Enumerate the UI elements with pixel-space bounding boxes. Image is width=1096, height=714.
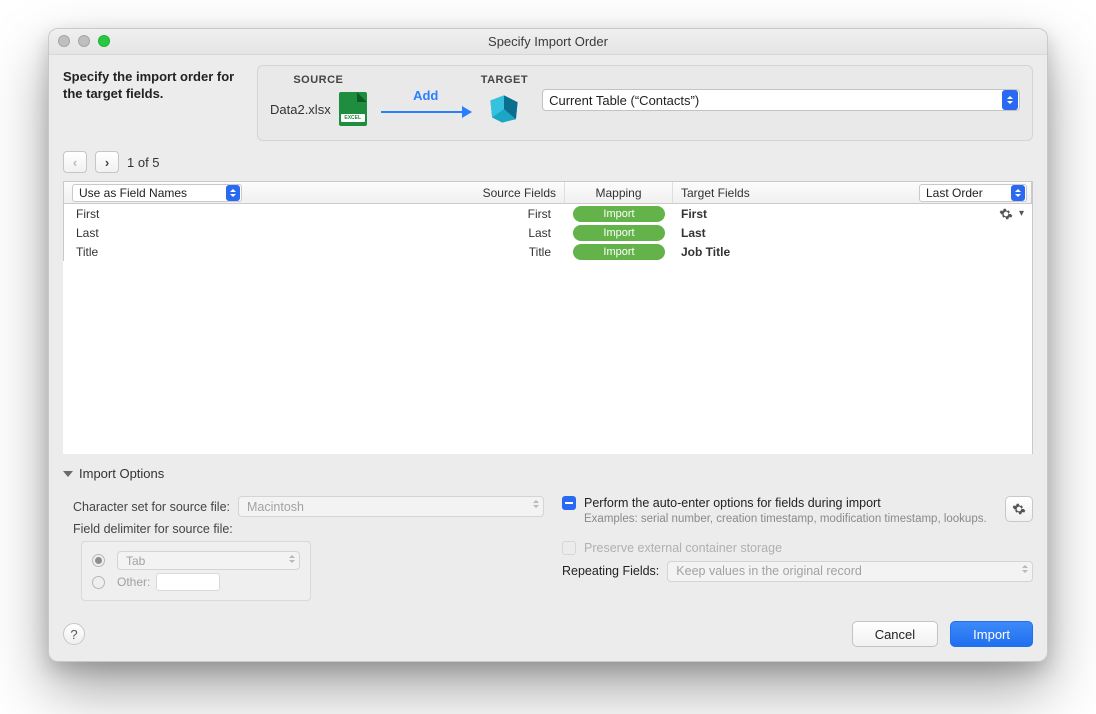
dropdown-stepper-icon	[1011, 185, 1025, 201]
delimiter-other-radio	[92, 576, 105, 589]
instruction-text: Specify the import order for the target …	[63, 65, 243, 141]
table-row[interactable]: TitleTitleImportJob Title▾	[63, 242, 1032, 261]
delimiter-other-label: Other:	[117, 575, 150, 589]
delimiter-group: Tab Other:	[81, 541, 311, 601]
source-heading: SOURCE	[293, 74, 343, 86]
row-target-field: First	[681, 207, 707, 221]
window-controls	[58, 35, 110, 47]
arrow-icon	[381, 111, 471, 113]
auto-enter-sub: Examples: serial number, creation timest…	[584, 512, 997, 528]
excel-file-icon	[339, 92, 367, 126]
repeating-fields-value: Keep values in the original record	[676, 564, 862, 578]
window-title: Specify Import Order	[488, 34, 608, 49]
row-name: Title	[72, 245, 98, 259]
source-file-name: Data2.xlsx	[270, 102, 331, 117]
delimiter-tab-value: Tab	[126, 554, 145, 568]
titlebar: Specify Import Order	[49, 29, 1047, 55]
select-stepper-icon	[533, 500, 539, 508]
delimiter-tab-select: Tab	[117, 551, 300, 570]
auto-enter-checkbox[interactable]	[562, 496, 576, 510]
minimize-window-button[interactable]	[78, 35, 90, 47]
dialog-window: Specify Import Order Specify the import …	[48, 28, 1048, 662]
gear-icon[interactable]	[999, 207, 1013, 221]
gear-icon	[1012, 502, 1026, 516]
dialog-footer: ? Cancel Import	[49, 611, 1047, 661]
cancel-button[interactable]: Cancel	[852, 621, 938, 647]
dropdown-stepper-icon	[226, 185, 240, 201]
grid-body: First First Import First ▾ Last Last Import Last…	[63, 204, 1032, 454]
target-order-value: Last Order	[926, 186, 983, 200]
row-name: First	[72, 207, 99, 221]
source-header-dropdown-value: Use as Field Names	[79, 186, 187, 200]
source-column: SOURCE Data2.xlsx	[270, 74, 367, 126]
row-source-field: Title	[529, 245, 557, 259]
source-header-dropdown[interactable]: Use as Field Names	[72, 184, 242, 202]
prev-record-button[interactable]: ‹	[63, 151, 87, 173]
auto-enter-label: Perform the auto-enter options for field…	[584, 496, 997, 510]
target-heading: TARGET	[481, 74, 528, 86]
next-record-button[interactable]: ›	[95, 151, 119, 173]
mapping-pill[interactable]: Import	[573, 206, 665, 222]
delimiter-label: Field delimiter for source file:	[73, 522, 233, 536]
repeating-fields-label: Repeating Fields:	[562, 564, 659, 578]
filemaker-icon	[487, 92, 521, 126]
source-target-panel: SOURCE Data2.xlsx Add TARGET Current Tab…	[257, 65, 1033, 141]
charset-value: Macintosh	[247, 500, 304, 514]
row-target-field: Job Title	[681, 245, 730, 259]
delimiter-other-input	[156, 573, 220, 591]
field-mapping-grid: Use as Field Names Source Fields Mapping…	[63, 181, 1033, 454]
row-target-field: Last	[681, 226, 706, 240]
dropdown-stepper-icon	[1002, 90, 1018, 110]
add-link[interactable]: Add	[413, 88, 438, 103]
grid-header-row: Use as Field Names Source Fields Mapping…	[63, 182, 1032, 204]
help-button[interactable]: ?	[63, 623, 85, 645]
select-stepper-icon	[1022, 565, 1028, 573]
target-column: TARGET	[481, 74, 528, 126]
options-left-column: Character set for source file: Macintosh…	[73, 491, 544, 601]
disclosure-triangle-icon	[63, 471, 73, 477]
import-options-body: Character set for source file: Macintosh…	[63, 487, 1033, 611]
target-fields-header: Target Fields	[681, 186, 750, 200]
record-pager: ‹ › 1 of 5	[49, 141, 1047, 181]
record-position: 1 of 5	[127, 155, 160, 170]
mapping-header: Mapping	[565, 182, 673, 203]
repeating-fields-select: Keep values in the original record	[667, 561, 1033, 582]
table-row[interactable]: LastLastImportLast▾	[63, 223, 1032, 242]
target-order-dropdown[interactable]: Last Order	[919, 184, 1027, 202]
chevron-down-icon[interactable]: ▾	[1019, 208, 1024, 219]
import-options-section: Import Options Character set for source …	[63, 460, 1033, 611]
import-button[interactable]: Import	[950, 621, 1033, 647]
select-stepper-icon	[289, 555, 295, 563]
import-options-heading: Import Options	[79, 466, 164, 481]
source-fields-header: Source Fields	[483, 186, 556, 200]
mapping-pill[interactable]: Import	[573, 225, 665, 241]
delimiter-tab-radio	[92, 554, 105, 567]
row-source-field: Last	[528, 226, 557, 240]
row-name: Last	[72, 226, 99, 240]
close-window-button[interactable]	[58, 35, 70, 47]
target-table-value: Current Table (“Contacts”)	[549, 93, 699, 108]
auto-enter-settings-button[interactable]	[1005, 496, 1033, 522]
import-options-toggle[interactable]: Import Options	[63, 460, 1033, 487]
row-source-field: First	[528, 207, 557, 221]
preserve-storage-checkbox	[562, 541, 576, 555]
mapping-pill[interactable]: Import	[573, 244, 665, 260]
preserve-storage-label: Preserve external container storage	[584, 541, 782, 555]
charset-select: Macintosh	[238, 496, 544, 517]
add-mapping-area: Add	[381, 88, 471, 113]
top-panel: Specify the import order for the target …	[49, 55, 1047, 141]
zoom-window-button[interactable]	[98, 35, 110, 47]
table-row[interactable]: First First Import First ▾	[63, 204, 1032, 223]
options-right-column: Perform the auto-enter options for field…	[562, 491, 1033, 601]
charset-label: Character set for source file:	[73, 500, 230, 514]
target-table-select[interactable]: Current Table (“Contacts”)	[542, 89, 1020, 111]
